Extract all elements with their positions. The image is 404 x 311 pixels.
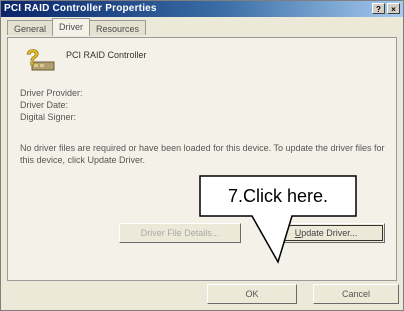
- close-button[interactable]: ×: [387, 3, 400, 14]
- ok-button[interactable]: OK: [207, 284, 297, 304]
- question-mark-device-icon: ?: [26, 46, 55, 71]
- driver-tab-panel: ? PCI RAID Controller Driver Provider: D…: [7, 37, 397, 281]
- driver-date-label: Driver Date:: [20, 100, 69, 110]
- title-bar[interactable]: PCI RAID Controller Properties ? ×: [1, 1, 403, 17]
- title-buttons: ? ×: [372, 3, 400, 14]
- properties-dialog: PCI RAID Controller Properties ? × Gener…: [0, 0, 404, 311]
- tab-resources[interactable]: Resources: [89, 20, 147, 35]
- tab-driver[interactable]: Driver: [52, 18, 91, 36]
- window-title: PCI RAID Controller Properties: [4, 3, 157, 14]
- digital-signer-label: Digital Signer:: [20, 112, 77, 122]
- svg-text:?: ?: [26, 46, 39, 70]
- driver-file-details-button[interactable]: Driver File Details...: [119, 223, 241, 243]
- update-driver-button[interactable]: Update Driver...: [267, 223, 385, 243]
- driver-info-text: No driver files are required or have bee…: [20, 143, 385, 165]
- tab-strip: General Driver Resources: [7, 18, 147, 38]
- tab-general[interactable]: General: [7, 20, 54, 35]
- device-name: PCI RAID Controller: [66, 50, 147, 60]
- help-button[interactable]: ?: [372, 3, 385, 14]
- driver-provider-label: Driver Provider:: [20, 88, 83, 98]
- cancel-button[interactable]: Cancel: [313, 284, 399, 304]
- update-driver-label: pdate Driver...: [301, 228, 358, 238]
